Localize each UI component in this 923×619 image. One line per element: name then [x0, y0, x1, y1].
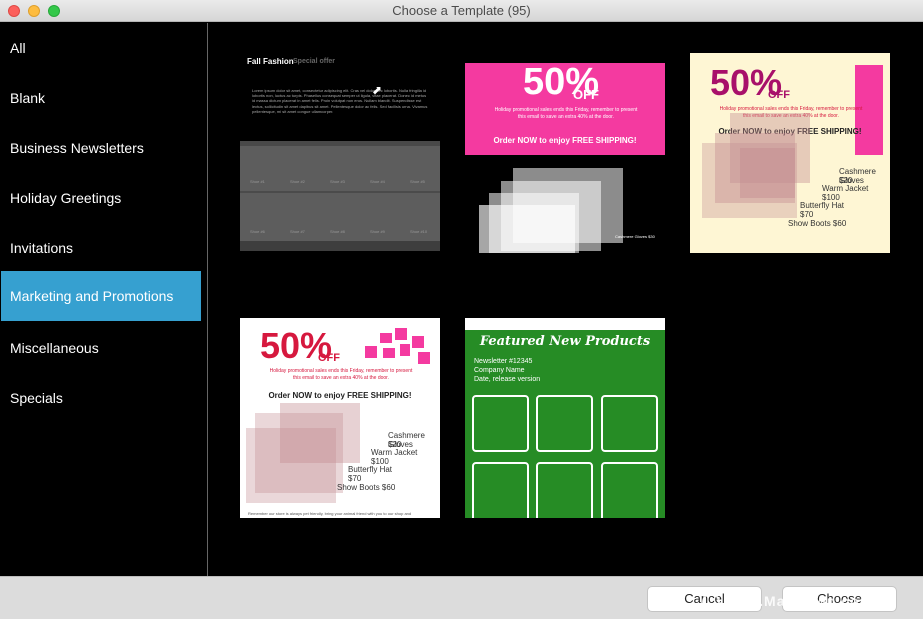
template-body-text: Lorem ipsum dolor sit amet, consectetur … [252, 88, 428, 114]
product-label: Cashmere Gloves $30 [615, 234, 655, 239]
cta-text: Order NOW to enjoy FREE SHIPPING! [493, 136, 637, 145]
confetti-shape [400, 344, 410, 356]
sidebar-item-blank[interactable]: Blank [1, 73, 201, 123]
grid-item: Shoe #1 [250, 179, 265, 184]
confetti-shape [412, 336, 424, 348]
grid-item: Shoe #4 [370, 179, 385, 184]
grid-item: Shoe #9 [370, 229, 385, 234]
pink-banner: 50% OFF Holiday promotional sales ends t… [465, 63, 665, 155]
price-label: $70 [800, 210, 814, 219]
product-slot [601, 395, 658, 452]
template-featured-new-products[interactable]: Featured New Products Newsletter #12345 … [465, 318, 665, 518]
template-title: Featured New Products [479, 334, 651, 349]
product-photo [479, 205, 575, 253]
product-photo [740, 148, 795, 198]
choose-button[interactable]: Choose [782, 586, 897, 612]
sidebar-item-miscellaneous[interactable]: Miscellaneous [1, 323, 201, 373]
price-label: Butterfly Hat [800, 201, 845, 210]
confetti-shape [380, 333, 392, 343]
price-label: Warm Jacket [822, 184, 869, 193]
product-slot [536, 462, 593, 518]
product-slot [536, 395, 593, 452]
template-pink-sale[interactable]: 50% OFF Holiday promotional sales ends t… [465, 53, 665, 253]
promo-text: Holiday promotional sales ends this Frid… [494, 107, 638, 120]
discount-off: OFF [768, 89, 790, 101]
zoom-window-button[interactable] [48, 5, 60, 17]
sidebar-item-all[interactable]: All [1, 23, 201, 73]
confetti-shape [418, 352, 430, 364]
sidebar-item-specials[interactable]: Specials [1, 373, 201, 423]
template-subtitle: Special offer [293, 58, 336, 65]
grid-item: Shoe #6 [250, 229, 265, 234]
template-gallery: Fall Fashion Special offer Lorem ipsum d… [210, 23, 923, 576]
newsletter-number: Newsletter #12345 [474, 358, 533, 365]
release-info: Date, release version [474, 376, 541, 383]
grid-item: Shoe #5 [410, 179, 425, 184]
company-name: Company Name [474, 367, 525, 374]
grid-item: Shoe #8 [330, 229, 345, 234]
product-slot [472, 462, 529, 518]
grid-item: Shoe #2 [290, 179, 305, 184]
discount-off: OFF [573, 87, 599, 102]
window-title: Choose a Template (95) [392, 3, 531, 18]
template-fall-fashion[interactable]: Fall Fashion Special offer Lorem ipsum d… [240, 53, 440, 253]
cancel-button[interactable]: Cancel [647, 586, 762, 612]
template-chooser-window: Choose a Template (95) All Blank Busines… [0, 0, 923, 619]
price-label: Show Boots $60 [337, 483, 396, 492]
category-sidebar: All Blank Business Newsletters Holiday G… [0, 23, 208, 576]
close-window-button[interactable] [8, 5, 20, 17]
price-label: Warm Jacket [371, 448, 418, 457]
product-grid: Shoe #1 Shoe #2 Shoe #3 Shoe #4 Shoe #5 … [240, 141, 440, 251]
grid-item: Shoe #3 [330, 179, 345, 184]
confetti-shape [365, 346, 377, 358]
discount-off: OFF [318, 352, 340, 364]
sidebar-item-business-newsletters[interactable]: Business Newsletters [1, 123, 201, 173]
template-cream-sale[interactable]: 50% OFF Holiday promotional sales ends t… [690, 53, 890, 253]
title-bar: Choose a Template (95) [0, 0, 923, 22]
price-label: $70 [348, 474, 362, 483]
product-slot [472, 395, 529, 452]
promo-text: Holiday promotional sales ends this Frid… [269, 368, 413, 381]
template-white-sale[interactable]: 50% OFF Holiday promotional sales ends t… [240, 318, 440, 518]
grid-item: Shoe #10 [410, 229, 428, 234]
price-label: Show Boots $60 [788, 219, 847, 228]
product-photo [246, 428, 336, 503]
price-label: Butterfly Hat [348, 465, 393, 474]
dialog-footer: Cancel Choose www.MacDown.com [0, 576, 923, 619]
cursor-arrow-icon: ⬈ [372, 83, 383, 97]
footer-note: Remember our store is always pet friendl… [248, 511, 412, 516]
sidebar-item-marketing-and-promotions[interactable]: Marketing and Promotions [1, 271, 201, 321]
grid-item: Shoe #7 [290, 229, 305, 234]
sidebar-item-holiday-greetings[interactable]: Holiday Greetings [1, 173, 201, 223]
confetti-shape [383, 348, 395, 358]
template-title: Fall Fashion [247, 57, 294, 66]
sidebar-item-invitations[interactable]: Invitations [1, 223, 201, 273]
cta-text: Order NOW to enjoy FREE SHIPPING! [268, 391, 412, 400]
product-slot [601, 462, 658, 518]
confetti-shape [395, 328, 407, 340]
minimize-window-button[interactable] [28, 5, 40, 17]
